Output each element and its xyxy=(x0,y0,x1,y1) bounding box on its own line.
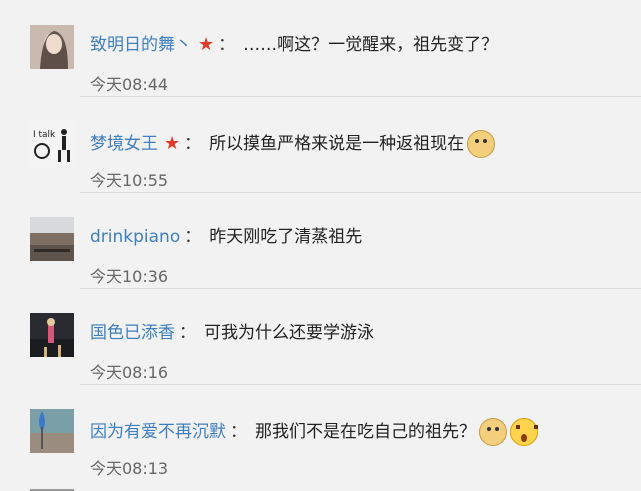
username[interactable]: 国色已添香 xyxy=(90,322,175,344)
avatar-image xyxy=(30,25,74,69)
timestamp: 今天08:16 xyxy=(90,363,169,382)
avatar[interactable] xyxy=(30,313,74,357)
avatar-image xyxy=(30,313,74,357)
avatar[interactable]: I talk xyxy=(30,121,74,165)
separator: ： xyxy=(179,323,196,343)
comment-line: 因为有爱不再沉默 ： 那我们不是在吃自己的祖先？ xyxy=(90,418,538,446)
timestamp: 今天10:55 xyxy=(90,171,169,190)
separator: ： xyxy=(184,134,202,154)
comment-text: 所以摸鱼严格来说是一种返祖现在 xyxy=(209,134,465,154)
username[interactable]: 致明日的舞丶 xyxy=(90,34,192,56)
comment-item: 国色已添香 ： 可我为什么还要学游泳 今天08:16 xyxy=(0,288,641,385)
avatar[interactable] xyxy=(30,217,74,261)
member-star-icon: ★ xyxy=(198,34,215,55)
member-star-icon: ★ xyxy=(164,133,181,154)
comment-line: 梦境女王 ★ ： 所以摸鱼严格来说是一种返祖现在 xyxy=(90,130,496,158)
doge-emoji xyxy=(479,418,507,446)
avatar-image: I talk xyxy=(30,121,74,165)
avatar[interactable] xyxy=(30,25,74,69)
comment-line: 国色已添香 ： 可我为什么还要学游泳 xyxy=(90,322,374,344)
username[interactable]: 梦境女王 xyxy=(90,133,158,155)
comment-text: ……啊这？一觉醒来，祖先变了？ xyxy=(243,35,499,55)
comment-line: drinkpiano ： 昨天刚吃了清蒸祖先 xyxy=(90,226,362,248)
avatar-image xyxy=(30,409,74,453)
comment-item: I talk 梦境女王 ★ ： 所以摸鱼严格来说是一种返祖现在 今天10:55 xyxy=(0,96,641,193)
timestamp: 今天08:44 xyxy=(90,75,169,94)
avatar-image xyxy=(30,217,74,261)
shocked-emoji xyxy=(510,418,538,446)
comment-text: 可我为什么还要学游泳 xyxy=(204,323,374,343)
comment-list: 致明日的舞丶 ★ ： ……啊这？一觉醒来，祖先变了？ 今天08:44 I tal… xyxy=(0,0,641,491)
comment-text: 那我们不是在吃自己的祖先？ xyxy=(255,422,476,442)
comment-item: drinkpiano ： 昨天刚吃了清蒸祖先 今天10:36 xyxy=(0,192,641,289)
username[interactable]: drinkpiano xyxy=(90,226,180,248)
separator: ： xyxy=(230,422,247,442)
comment-text: 昨天刚吃了清蒸祖先 xyxy=(209,227,363,247)
comment-line: 致明日的舞丶 ★ ： ……啊这？一觉醒来，祖先变了？ xyxy=(90,34,498,56)
comment-item: 致明日的舞丶 ★ ： ……啊这？一觉醒来，祖先变了？ 今天08:44 xyxy=(0,0,641,97)
doge-emoji xyxy=(467,130,496,158)
avatar[interactable] xyxy=(30,409,74,453)
timestamp: 今天08:13 xyxy=(90,459,169,478)
avatar-text: I talk xyxy=(33,130,56,140)
separator: ： xyxy=(184,227,202,247)
username[interactable]: 因为有爱不再沉默 xyxy=(90,421,226,443)
comment-item: 因为有爱不再沉默 ： 那我们不是在吃自己的祖先？ 今天08:13 xyxy=(0,384,641,480)
timestamp: 今天10:36 xyxy=(90,267,169,286)
separator: ： xyxy=(218,35,236,55)
